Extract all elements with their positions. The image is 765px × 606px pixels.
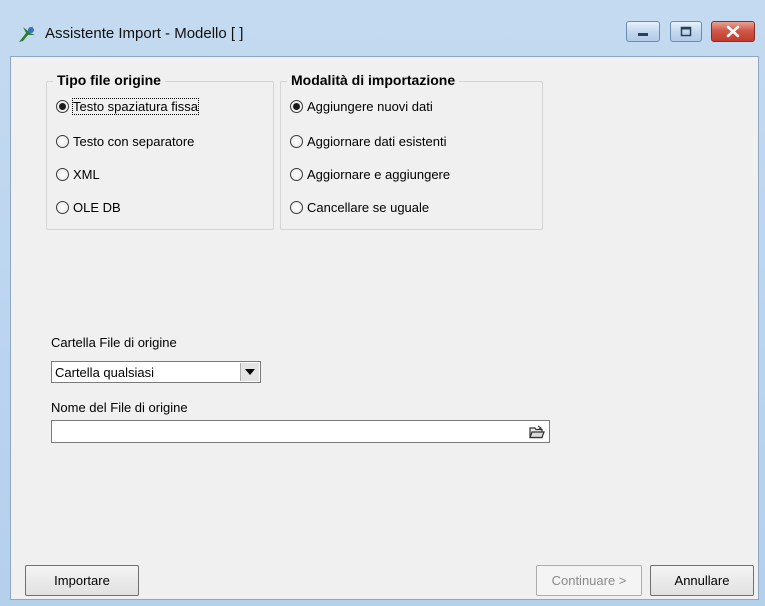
import-mode-title: Modalità di importazione <box>287 72 460 88</box>
import-mode-group: Modalità di importazione Aggiungere nuov… <box>280 72 543 230</box>
close-icon <box>726 25 740 38</box>
radio-button-icon[interactable] <box>290 167 303 181</box>
close-button[interactable] <box>711 21 755 42</box>
source-file-field[interactable] <box>51 420 550 443</box>
dropdown-arrow-button[interactable] <box>240 363 259 381</box>
radio-label: Testo con separatore <box>73 133 195 149</box>
radio-button-icon[interactable] <box>290 99 303 113</box>
dialog-body: Tipo file origine Testo spaziatura fissa… <box>10 56 759 600</box>
title-bar[interactable]: Assistente Import - Modello [ ] <box>0 0 765 56</box>
maximize-icon <box>680 26 692 37</box>
browse-button[interactable] <box>526 422 548 441</box>
source-type-group: Tipo file origine Testo spaziatura fissa… <box>46 72 274 230</box>
continue-button[interactable]: Continuare > <box>536 565 642 596</box>
import-button-label: Importare <box>54 573 110 588</box>
radio-button-icon[interactable] <box>290 200 303 214</box>
cancel-button-label: Annullare <box>674 573 730 588</box>
app-icon <box>19 26 35 42</box>
radio-label: XML <box>73 166 100 182</box>
radio-ole-db[interactable]: OLE DB <box>56 197 121 217</box>
radio-xml[interactable]: XML <box>56 164 100 184</box>
chevron-down-icon <box>245 369 255 375</box>
minimize-icon <box>638 33 648 36</box>
radio-label: Aggiornare e aggiungere <box>307 166 451 182</box>
source-folder-label: Cartella File di origine <box>51 335 177 350</box>
source-folder-select[interactable]: Cartella qualsiasi <box>51 361 261 383</box>
import-wizard-window: Assistente Import - Modello [ ] Tipo fil… <box>0 0 765 606</box>
maximize-button[interactable] <box>670 21 702 42</box>
radio-label: OLE DB <box>73 199 121 215</box>
cancel-button[interactable]: Annullare <box>650 565 754 596</box>
source-file-label: Nome del File di origine <box>51 400 188 415</box>
import-button[interactable]: Importare <box>25 565 139 596</box>
radio-delete-if-equal[interactable]: Cancellare se uguale <box>290 197 429 217</box>
radio-update-existing[interactable]: Aggiornare dati esistenti <box>290 131 446 151</box>
source-folder-value: Cartella qualsiasi <box>55 365 154 380</box>
radio-button-icon[interactable] <box>56 200 69 214</box>
radio-label: Aggiungere nuovi dati <box>307 98 433 114</box>
radio-delimited-text[interactable]: Testo con separatore <box>56 131 194 151</box>
radio-label: Testo spaziatura fissa <box>71 97 200 115</box>
source-type-title: Tipo file origine <box>53 72 165 88</box>
window-title: Assistente Import - Modello [ ] <box>45 25 244 42</box>
radio-button-icon[interactable] <box>56 134 69 148</box>
radio-button-icon[interactable] <box>56 167 69 181</box>
continue-button-label: Continuare > <box>551 573 627 588</box>
radio-button-icon[interactable] <box>290 134 303 148</box>
radio-update-and-add[interactable]: Aggiornare e aggiungere <box>290 164 450 184</box>
radio-label: Aggiornare dati esistenti <box>307 133 447 149</box>
radio-button-icon[interactable] <box>56 99 69 113</box>
radio-fixed-width-text[interactable]: Testo spaziatura fissa <box>56 96 200 116</box>
open-folder-icon <box>529 425 545 438</box>
radio-add-new-data[interactable]: Aggiungere nuovi dati <box>290 96 433 116</box>
radio-label: Cancellare se uguale <box>307 199 430 215</box>
minimize-button[interactable] <box>626 21 660 42</box>
